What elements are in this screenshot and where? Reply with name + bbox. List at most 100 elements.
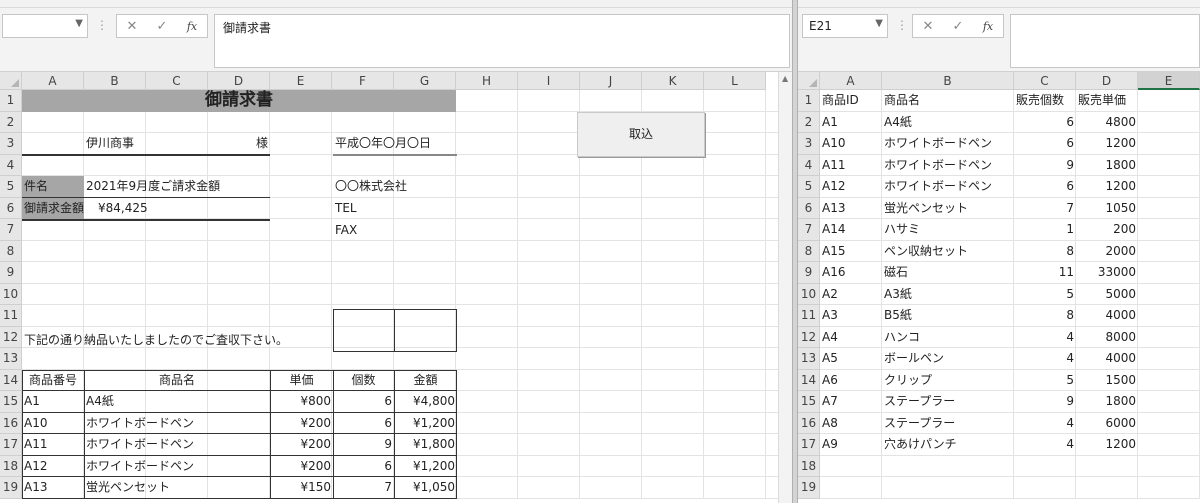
sales-cell[interactable]: 穴あけパンチ (882, 434, 1014, 456)
sales-cell[interactable]: A3紙 (882, 284, 1014, 306)
table-cell[interactable]: A4紙 (84, 391, 270, 413)
formula-input[interactable] (1010, 14, 1200, 68)
table-cell[interactable]: ¥1,800 (394, 434, 457, 456)
row-header-1[interactable]: 1 (0, 90, 22, 112)
table-cell[interactable]: 9 (333, 434, 394, 456)
sales-cell[interactable]: 1800 (1076, 391, 1138, 413)
table-cell[interactable]: ¥200 (270, 434, 333, 456)
table-cell[interactable]: ホワイトボードペン (84, 434, 270, 456)
row-header-5[interactable]: 5 (798, 176, 820, 198)
row-header-13[interactable]: 13 (798, 348, 820, 370)
sales-cell[interactable]: 8 (1014, 241, 1076, 263)
row-header-10[interactable]: 10 (798, 283, 820, 305)
sales-cell[interactable]: 6 (1014, 133, 1076, 155)
sales-cell[interactable]: ハサミ (882, 219, 1014, 241)
column-header-e[interactable]: E (1138, 72, 1200, 90)
sales-cell[interactable]: 200 (1076, 219, 1138, 241)
sales-cell[interactable]: 8000 (1076, 327, 1138, 349)
formula-input[interactable]: 御請求書 (214, 14, 790, 68)
row-header-11[interactable]: 11 (0, 305, 22, 327)
table-cell[interactable]: ホワイトボードペン (84, 456, 270, 478)
row-header-17[interactable]: 17 (0, 434, 22, 456)
sales-cell[interactable]: 4 (1014, 434, 1076, 456)
sales-cell[interactable]: クリップ (882, 370, 1014, 392)
column-header-b[interactable]: B (882, 72, 1014, 90)
cancel-icon[interactable]: ✕ (917, 19, 939, 34)
sales-cell[interactable]: B5紙 (882, 305, 1014, 327)
table-cell[interactable]: ¥150 (270, 477, 333, 499)
sales-cell[interactable]: ペン収納セット (882, 241, 1014, 263)
function-icon[interactable]: fx (977, 20, 999, 33)
sales-cell[interactable]: 33000 (1076, 262, 1138, 284)
sales-cell[interactable]: 4 (1014, 413, 1076, 435)
table-cell[interactable]: ホワイトボードペン (84, 413, 270, 435)
table-cell[interactable]: ¥1,200 (394, 456, 457, 478)
sales-cell[interactable]: 4000 (1076, 305, 1138, 327)
sales-cell[interactable]: 1500 (1076, 370, 1138, 392)
column-header-h[interactable]: H (456, 72, 518, 90)
sales-cell[interactable]: A16 (820, 262, 882, 284)
confirm-icon[interactable]: ✓ (151, 19, 173, 34)
row-header-10[interactable]: 10 (0, 283, 22, 305)
sales-cell[interactable]: ボールペン (882, 348, 1014, 370)
sales-cell[interactable]: ホワイトボードペン (882, 155, 1014, 177)
chevron-down-icon[interactable]: ▼ (75, 18, 83, 29)
row-header-7[interactable]: 7 (798, 219, 820, 241)
row-header-13[interactable]: 13 (0, 348, 22, 370)
select-all-corner[interactable] (798, 72, 820, 90)
sales-cell[interactable]: 5 (1014, 284, 1076, 306)
row-header-17[interactable]: 17 (798, 434, 820, 456)
column-header-i[interactable]: I (518, 72, 580, 90)
row-header-5[interactable]: 5 (0, 176, 22, 198)
column-header-g[interactable]: G (394, 72, 456, 90)
row-header-3[interactable]: 3 (798, 133, 820, 155)
sales-header-cell[interactable]: 販売単価 (1076, 90, 1138, 112)
row-header-8[interactable]: 8 (798, 240, 820, 262)
sales-cell[interactable]: A15 (820, 241, 882, 263)
table-cell[interactable]: ¥800 (270, 391, 333, 413)
table-cell[interactable]: A11 (22, 434, 84, 456)
row-header-12[interactable]: 12 (0, 326, 22, 348)
row-header-18[interactable]: 18 (798, 455, 820, 477)
column-header-l[interactable]: L (704, 72, 766, 90)
row-header-19[interactable]: 19 (0, 477, 22, 499)
sales-cell[interactable]: ホワイトボードペン (882, 133, 1014, 155)
row-header-4[interactable]: 4 (798, 154, 820, 176)
table-cell[interactable]: A12 (22, 456, 84, 478)
sales-cell[interactable]: A13 (820, 198, 882, 220)
sales-cell[interactable]: 11 (1014, 262, 1076, 284)
row-header-12[interactable]: 12 (798, 326, 820, 348)
sales-cell[interactable]: A4 (820, 327, 882, 349)
sales-cell[interactable]: 8 (1014, 305, 1076, 327)
cancel-icon[interactable]: ✕ (121, 19, 143, 34)
select-all-corner[interactable] (0, 72, 22, 90)
sales-cell[interactable]: A9 (820, 434, 882, 456)
row-header-9[interactable]: 9 (798, 262, 820, 284)
column-header-c[interactable]: C (1014, 72, 1076, 90)
sales-cell[interactable]: A7 (820, 391, 882, 413)
sales-cell[interactable]: A11 (820, 155, 882, 177)
sales-cell[interactable]: 1 (1014, 219, 1076, 241)
table-cell[interactable]: A10 (22, 413, 84, 435)
row-header-7[interactable]: 7 (0, 219, 22, 241)
sales-cell[interactable]: A4紙 (882, 112, 1014, 134)
column-header-d[interactable]: D (208, 72, 270, 90)
table-cell[interactable]: 蛍光ペンセット (84, 477, 270, 499)
sales-cell[interactable]: A14 (820, 219, 882, 241)
sales-cell[interactable]: 9 (1014, 155, 1076, 177)
row-header-6[interactable]: 6 (0, 197, 22, 219)
row-header-19[interactable]: 19 (798, 477, 820, 499)
row-header-15[interactable]: 15 (798, 391, 820, 413)
table-cell[interactable]: 7 (333, 477, 394, 499)
sales-cell[interactable]: 4 (1014, 348, 1076, 370)
sales-cell[interactable]: 1050 (1076, 198, 1138, 220)
sales-cell[interactable]: 2000 (1076, 241, 1138, 263)
row-header-4[interactable]: 4 (0, 154, 22, 176)
sales-cell[interactable]: 磁石 (882, 262, 1014, 284)
sales-cell[interactable]: A2 (820, 284, 882, 306)
table-cell[interactable]: ¥1,050 (394, 477, 457, 499)
column-header-k[interactable]: K (642, 72, 704, 90)
sales-cell[interactable]: 4800 (1076, 112, 1138, 134)
row-header-1[interactable]: 1 (798, 90, 820, 112)
row-header-16[interactable]: 16 (0, 412, 22, 434)
